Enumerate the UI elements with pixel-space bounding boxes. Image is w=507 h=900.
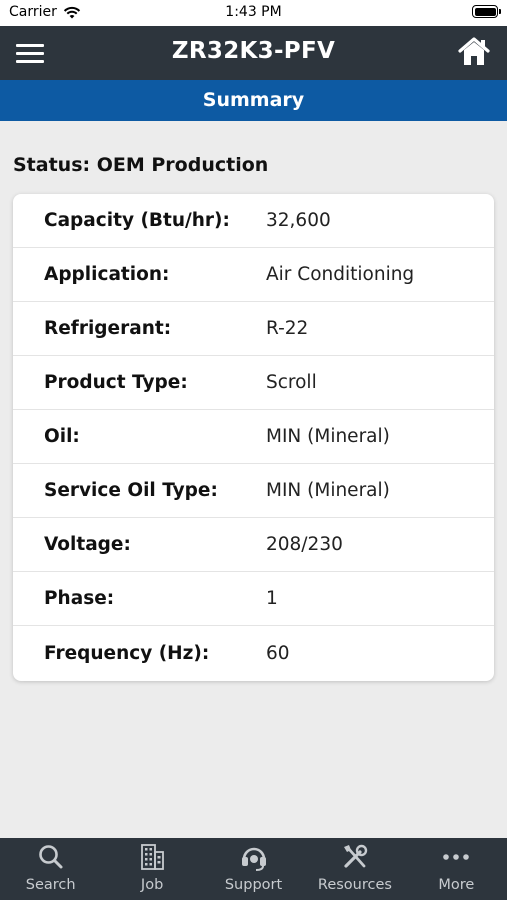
status-bar: Carrier 1:43 PM	[0, 0, 507, 26]
tab-label: More	[438, 877, 475, 893]
section-title: Summary	[0, 80, 507, 121]
spec-label: Frequency (Hz):	[44, 642, 210, 664]
tab-label: Job	[140, 877, 164, 893]
spec-value: R-22	[266, 318, 309, 339]
status-text: Status: OEM Production	[13, 154, 269, 176]
spec-row: Oil: MIN (Mineral)	[13, 410, 494, 464]
spec-value: Air Conditioning	[266, 264, 415, 285]
tab-label: Resources	[317, 877, 392, 893]
spec-value: 60	[266, 642, 290, 664]
spec-value: 208/230	[266, 534, 343, 555]
tab-label: Search	[25, 877, 76, 893]
tab-more[interactable]: More	[406, 838, 507, 900]
building-icon	[141, 844, 165, 870]
spec-row: Service Oil Type: MIN (Mineral)	[13, 464, 494, 518]
spec-value: 1	[266, 588, 278, 609]
tab-label: Support	[224, 877, 283, 893]
spec-row: Phase: 1	[13, 572, 494, 626]
spec-label: Service Oil Type:	[44, 480, 218, 501]
spec-value: MIN (Mineral)	[266, 480, 390, 501]
app-header: ZR32K3-PFV	[0, 26, 507, 80]
more-icon	[443, 854, 470, 860]
spec-card: Capacity (Btu/hr): 32,600 Application: A…	[13, 194, 494, 681]
tab-job[interactable]: Job	[101, 838, 202, 900]
tab-bar: Search Job Support Resources More	[0, 838, 507, 900]
home-icon	[458, 37, 490, 65]
clock: 1:43 PM	[225, 4, 282, 20]
spec-label: Application:	[44, 264, 170, 285]
spec-value: MIN (Mineral)	[266, 426, 390, 447]
spec-row: Application: Air Conditioning	[13, 248, 494, 302]
search-icon	[38, 845, 63, 869]
headset-icon	[241, 847, 266, 871]
tab-support[interactable]: Support	[203, 838, 304, 900]
spec-row: Product Type: Scroll	[13, 356, 494, 410]
spec-row: Refrigerant: R-22	[13, 302, 494, 356]
spec-row: Frequency (Hz): 60	[13, 626, 494, 680]
spec-value: 32,600	[266, 210, 331, 231]
spec-value: Scroll	[266, 372, 317, 393]
tab-search[interactable]: Search	[0, 838, 101, 900]
spec-row: Capacity (Btu/hr): 32,600	[13, 194, 494, 248]
tools-icon	[343, 844, 368, 868]
tab-resources[interactable]: Resources	[304, 838, 405, 900]
spec-label: Refrigerant:	[44, 318, 172, 339]
home-button[interactable]	[457, 36, 491, 68]
spec-label: Phase:	[44, 588, 115, 609]
page-title: ZR32K3-PFV	[171, 38, 336, 64]
spec-label: Product Type:	[44, 372, 188, 393]
battery-icon	[472, 5, 501, 18]
spec-label: Capacity (Btu/hr):	[44, 210, 230, 231]
spec-label: Oil:	[44, 426, 80, 447]
spec-label: Voltage:	[44, 534, 131, 555]
spec-row: Voltage: 208/230	[13, 518, 494, 572]
